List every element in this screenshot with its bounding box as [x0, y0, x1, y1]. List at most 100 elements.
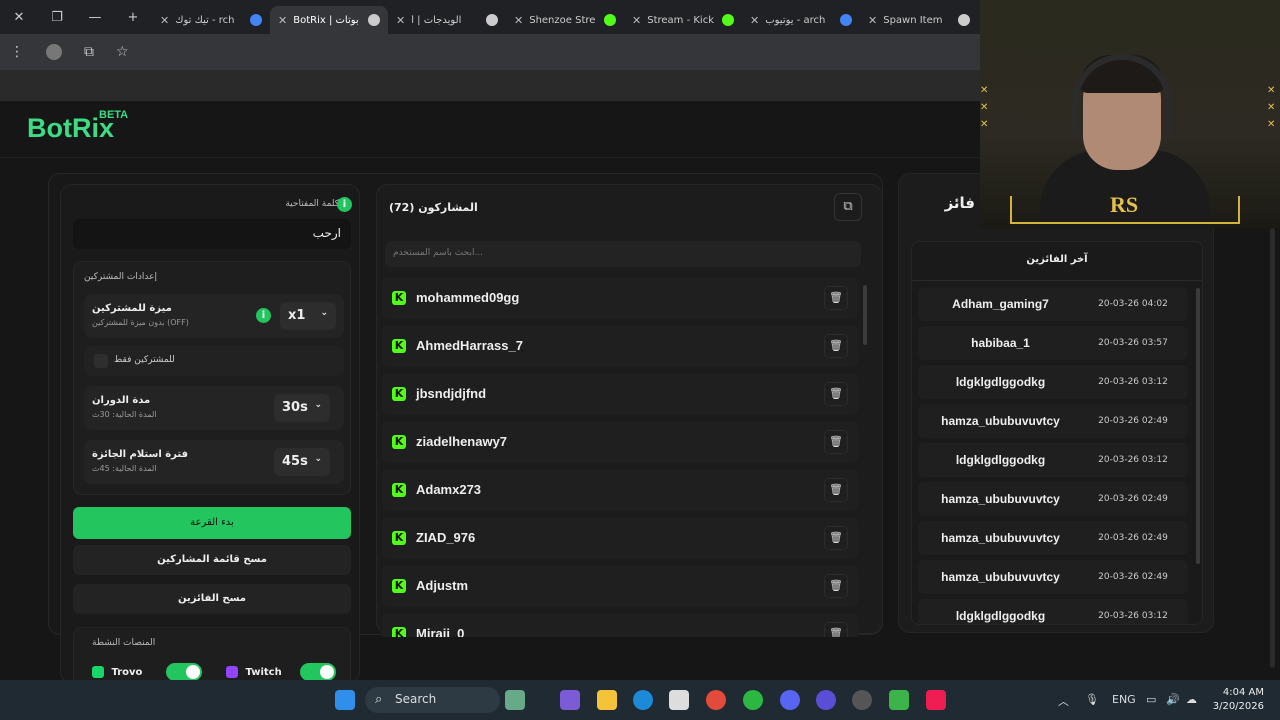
microphone-icon[interactable]: 🎙: [1085, 693, 1099, 706]
browser-tab[interactable]: ✕ يوتيوب - arch: [742, 6, 860, 34]
language-indicator[interactable]: ENG: [1112, 693, 1136, 706]
page-scrollbar[interactable]: [1270, 228, 1275, 668]
start-draw-button[interactable]: بدء القرعة: [73, 507, 351, 539]
participant-name: ZIAD_976: [416, 530, 476, 545]
participant-name: Miraii_0: [416, 626, 465, 637]
discord-icon[interactable]: [780, 690, 800, 710]
winner-row: hamza_ububuvuvtcy 20-03-26 02:49: [918, 521, 1188, 555]
trovo-toggle[interactable]: [166, 663, 202, 681]
subs-feature-title: ميزة للمشتركين: [92, 303, 172, 314]
taskbar-clock[interactable]: 4:04 AM 3/20/2026: [1213, 686, 1264, 714]
clear-participants-button[interactable]: مسح قائمة المشاركين: [73, 545, 351, 575]
subscriber-settings: إعدادات المشتركين ميزة للمشتركين بدون مي…: [73, 261, 351, 495]
subs-only-checkbox[interactable]: [94, 354, 108, 368]
chevron-down-icon: ⌄: [320, 308, 328, 318]
browser-tab[interactable]: ✕ Spawn Item: [860, 6, 978, 34]
claim-duration-select[interactable]: 45s ⌄: [274, 448, 330, 476]
subs-only-row[interactable]: للمشتركين فقط: [84, 346, 344, 376]
platforms-section: المنصات النشطة Trovo Twitch: [73, 627, 351, 687]
chevron-down-icon: ⌄: [314, 454, 322, 464]
winner-date: 20-03-26 03:12: [1098, 455, 1168, 465]
delete-icon[interactable]: 🗑: [824, 478, 848, 502]
browser-tab[interactable]: ✕ الويدجات | أ: [388, 6, 506, 34]
tab-close-icon[interactable]: ✕: [514, 14, 523, 27]
participant-row: Kziadelhenawy7 🗑: [382, 421, 858, 463]
claim-sub: المدة الحالية: 45ث: [92, 464, 157, 473]
keyword-info-icon[interactable]: i: [337, 197, 352, 212]
tab-close-icon[interactable]: ✕: [750, 14, 759, 27]
participant-scrollbar[interactable]: [863, 285, 867, 345]
keyword-input[interactable]: ارحب: [73, 219, 351, 249]
copilot-icon[interactable]: [560, 690, 580, 710]
overlay-x-mark: ✕: [1267, 119, 1276, 130]
tab-close-icon[interactable]: ✕: [278, 14, 287, 27]
botrix-logo[interactable]: BotRix BETA: [27, 109, 128, 144]
tab-favicon-icon: [722, 14, 734, 26]
participant-search-input[interactable]: ابحث باسم المستخدم...: [385, 241, 861, 267]
delete-icon[interactable]: 🗑: [824, 526, 848, 550]
winners-scrollbar[interactable]: [1196, 288, 1200, 564]
start-icon[interactable]: [335, 690, 355, 710]
spin-duration-row: مدة الدوران المدة الحالية: 30ث 30s ⌄: [84, 386, 344, 430]
minimize-window-icon[interactable]: —: [76, 0, 114, 34]
tab-close-icon[interactable]: ✕: [632, 14, 641, 27]
restore-window-icon[interactable]: ❐: [38, 0, 76, 34]
obs-icon[interactable]: [852, 690, 872, 710]
close-window-icon[interactable]: ✕: [0, 0, 38, 34]
file-explorer-icon[interactable]: [597, 690, 617, 710]
delete-icon[interactable]: 🗑: [824, 334, 848, 358]
browser-tab[interactable]: ✕ Shenzoe Stre: [506, 6, 624, 34]
taskbar-search[interactable]: ⌕ Search: [365, 687, 500, 713]
twitch-toggle[interactable]: [300, 663, 336, 681]
winner-date: 20-03-26 02:49: [1098, 494, 1168, 504]
participant-name: Adjustm: [416, 578, 468, 593]
participant-name: AhmedHarrass_7: [416, 338, 523, 353]
participant-list: Kmohammed09gg 🗑 K AhmedHarrass_7 🗑 Kjbsndjdjf…: [382, 277, 858, 637]
widgets-icon[interactable]: [505, 690, 525, 710]
kick-icon: K: [392, 435, 406, 449]
subs-multiplier-select[interactable]: x1 ⌄: [280, 302, 336, 330]
edge-icon[interactable]: [633, 690, 653, 710]
tab-favicon-icon: [958, 14, 970, 26]
chrome-icon[interactable]: [706, 690, 726, 710]
profile-icon[interactable]: [46, 44, 62, 60]
tab-title: Stream - Kick: [647, 14, 714, 26]
winner-name: hamza_ububuvuvtcy: [941, 414, 1060, 428]
chevron-down-icon: ⌄: [314, 400, 322, 410]
tab-close-icon[interactable]: ✕: [160, 14, 169, 27]
spin-title: مدة الدوران: [92, 395, 151, 406]
tab-title: الويدجات | أ: [411, 14, 462, 26]
delete-icon[interactable]: 🗑: [824, 622, 848, 637]
winner-date: 20-03-26 04:02: [1098, 299, 1168, 309]
claim-title: فترة استلام الجائزة: [92, 449, 189, 460]
delete-icon[interactable]: 🗑: [824, 430, 848, 454]
delete-icon[interactable]: 🗑: [824, 574, 848, 598]
bookmark-star-icon[interactable]: ☆: [116, 44, 129, 60]
subs-info-icon[interactable]: i: [256, 308, 271, 323]
menu-dots-icon[interactable]: ⋮: [10, 44, 24, 60]
network-icon[interactable]: ▭: [1146, 693, 1156, 706]
volume-icon[interactable]: 🔊: [1166, 693, 1180, 706]
browser-tab[interactable]: ✕ تيك توك - rch: [152, 6, 270, 34]
chevron-up-icon[interactable]: ︿: [1058, 693, 1069, 709]
tiktok-icon[interactable]: [926, 690, 946, 710]
tab-close-icon[interactable]: ✕: [868, 14, 877, 27]
delete-icon[interactable]: 🗑: [824, 382, 848, 406]
store-icon[interactable]: [669, 690, 689, 710]
tab-close-icon[interactable]: ✕: [396, 14, 405, 27]
browser-tab[interactable]: ✕ Stream - Kick: [624, 6, 742, 34]
app-icon[interactable]: [816, 690, 836, 710]
new-tab-button[interactable]: +: [114, 0, 152, 34]
overlay-x-mark: ✕: [980, 102, 989, 113]
delete-icon[interactable]: 🗑: [824, 286, 848, 310]
copy-icon[interactable]: ⧉: [834, 193, 862, 221]
whatsapp-icon[interactable]: [743, 690, 763, 710]
address-area: [0, 70, 980, 101]
extensions-icon[interactable]: ⧉: [84, 44, 94, 60]
spin-duration-select[interactable]: 30s ⌄: [274, 394, 330, 422]
participant-name: Adamx273: [416, 482, 482, 497]
game-icon[interactable]: [889, 690, 909, 710]
weather-icon[interactable]: ☁: [1186, 693, 1197, 706]
browser-tab[interactable]: ✕ BotRix | بوتات: [270, 6, 388, 34]
clear-winners-button[interactable]: مسح الفائزين: [73, 584, 351, 614]
